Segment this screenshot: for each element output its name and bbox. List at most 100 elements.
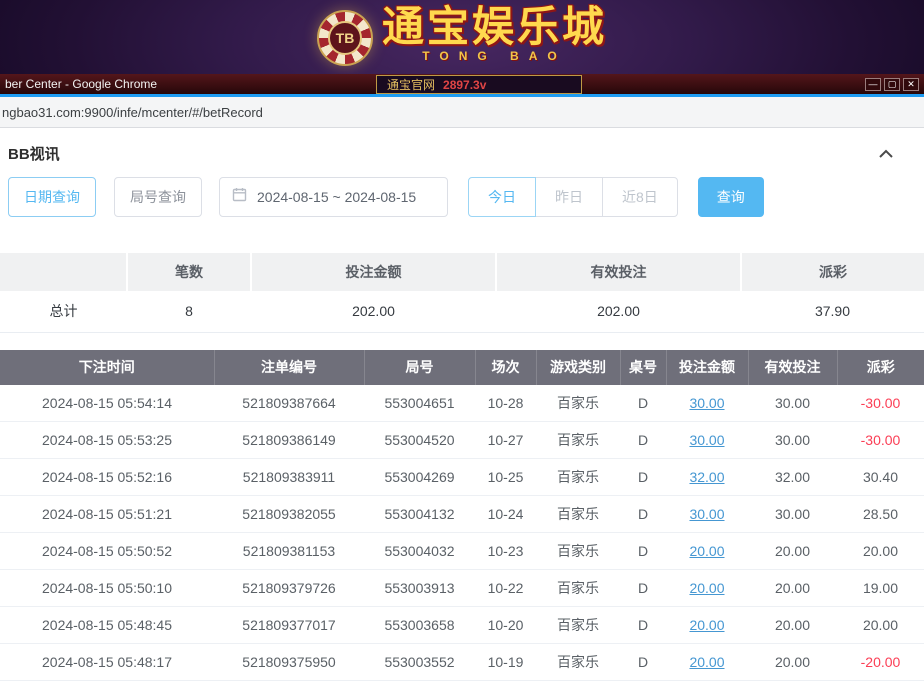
bet-amount-link[interactable]: 30.00	[689, 395, 724, 411]
table-no-cell: D	[620, 644, 666, 681]
table-no-cell: D	[620, 422, 666, 459]
window-controls: — ▢ ✕	[865, 78, 919, 91]
summary-header-cell: 派彩	[741, 253, 924, 291]
bet-amount-header: 投注金额	[666, 350, 748, 385]
game-type-cell: 百家乐	[536, 607, 620, 644]
session-cell: 10-28	[475, 385, 536, 422]
table-row: 2024-08-15 05:52:16521809383911553004269…	[0, 459, 924, 496]
summary-data-row: 总计8202.00202.0037.90	[0, 291, 924, 332]
summary-value: 37.90	[741, 291, 924, 332]
order-no-cell: 521809379726	[214, 570, 364, 607]
bet-record-table: 下注时间注单编号局号场次游戏类别桌号投注金额有效投注派彩 2024-08-15 …	[0, 350, 924, 682]
bet-amount-cell: 30.00	[666, 385, 748, 422]
valid-bet-cell: 20.00	[748, 607, 837, 644]
brand-name-cn: 通宝娱乐城	[382, 5, 607, 49]
bet-amount-link[interactable]: 20.00	[689, 580, 724, 596]
bet-time-cell: 2024-08-15 05:54:14	[0, 385, 214, 422]
summary-header-cell	[0, 253, 127, 291]
bet-amount-link[interactable]: 30.00	[689, 506, 724, 522]
order-no-cell: 521809387664	[214, 385, 364, 422]
yesterday-button[interactable]: 昨日	[535, 177, 603, 217]
session-cell: 10-22	[475, 570, 536, 607]
brand-block: 通宝娱乐城 TONG BAO	[382, 5, 607, 63]
tb-chip-icon: TB	[317, 10, 373, 66]
round-query-button[interactable]: 局号查询	[114, 177, 202, 217]
order-no-cell: 521809382055	[214, 496, 364, 533]
last8days-button[interactable]: 近8日	[602, 177, 678, 217]
bet-amount-link[interactable]: 30.00	[689, 432, 724, 448]
bet-record-page: BB视讯 日期查询 局号查询 2024-08-15 ~ 2024-08-15 今…	[0, 128, 924, 681]
round-no-cell: 553003658	[364, 607, 475, 644]
game-type-cell: 百家乐	[536, 459, 620, 496]
summary-value: 202.00	[496, 291, 741, 332]
brand-name-en: TONG BAO	[382, 49, 607, 63]
session-cell: 10-27	[475, 422, 536, 459]
close-button[interactable]: ✕	[903, 78, 919, 91]
table-row: 2024-08-15 05:48:17521809375950553003552…	[0, 644, 924, 681]
date-range-picker[interactable]: 2024-08-15 ~ 2024-08-15	[219, 177, 448, 217]
game-type-cell: 百家乐	[536, 644, 620, 681]
page-title: BB视讯	[8, 143, 60, 164]
date-range-value: 2024-08-15 ~ 2024-08-15	[257, 189, 416, 205]
search-button[interactable]: 查询	[698, 177, 764, 217]
table-no-cell: D	[620, 570, 666, 607]
bet-amount-link[interactable]: 20.00	[689, 617, 724, 633]
session-cell: 10-19	[475, 644, 536, 681]
round-no-cell: 553004651	[364, 385, 475, 422]
session-cell: 10-25	[475, 459, 536, 496]
collapse-chevron-icon[interactable]	[878, 149, 894, 159]
session-cell: 10-23	[475, 533, 536, 570]
payout-cell: -20.00	[837, 644, 924, 681]
round-no-cell: 553003552	[364, 644, 475, 681]
session-header: 场次	[475, 350, 536, 385]
maximize-button[interactable]: ▢	[884, 78, 900, 91]
table-no-cell: D	[620, 385, 666, 422]
bet-amount-cell: 20.00	[666, 533, 748, 570]
valid-bet-header: 有效投注	[748, 350, 837, 385]
bet-amount-link[interactable]: 20.00	[689, 654, 724, 670]
filter-toolbar: 日期查询 局号查询 2024-08-15 ~ 2024-08-15 今日 昨日 …	[0, 173, 924, 233]
marquee-value: 2897.3v	[443, 78, 486, 92]
game-type-cell: 百家乐	[536, 570, 620, 607]
bet-amount-cell: 20.00	[666, 644, 748, 681]
minimize-button[interactable]: —	[865, 78, 881, 91]
today-button[interactable]: 今日	[468, 177, 536, 217]
bet-time-cell: 2024-08-15 05:51:21	[0, 496, 214, 533]
game-type-header: 游戏类别	[536, 350, 620, 385]
order-no-cell: 521809383911	[214, 459, 364, 496]
valid-bet-cell: 30.00	[748, 385, 837, 422]
bet-amount-link[interactable]: 20.00	[689, 543, 724, 559]
summary-header-cell: 笔数	[127, 253, 251, 291]
bet-table-body: 2024-08-15 05:54:14521809387664553004651…	[0, 385, 924, 681]
payout-cell: 19.00	[837, 570, 924, 607]
bet-amount-cell: 20.00	[666, 607, 748, 644]
bet-amount-link[interactable]: 32.00	[689, 469, 724, 485]
bet-header-row: 下注时间注单编号局号场次游戏类别桌号投注金额有效投注派彩	[0, 350, 924, 385]
summary-table: 笔数投注金额有效投注派彩 总计8202.00202.0037.90	[0, 253, 924, 333]
bet-time-cell: 2024-08-15 05:48:17	[0, 644, 214, 681]
table-row: 2024-08-15 05:53:25521809386149553004520…	[0, 422, 924, 459]
address-bar[interactable]: ngbao31.com:9900/infe/mcenter/#/betRecor…	[0, 97, 924, 128]
bet-time-cell: 2024-08-15 05:52:16	[0, 459, 214, 496]
window-title: ber Center - Google Chrome	[5, 77, 157, 91]
game-type-cell: 百家乐	[536, 496, 620, 533]
marquee-label: 通宝官网	[387, 76, 435, 93]
date-query-button[interactable]: 日期查询	[8, 177, 96, 217]
summary-header-cell: 有效投注	[496, 253, 741, 291]
summary-total-label: 总计	[0, 291, 127, 332]
bet-amount-cell: 32.00	[666, 459, 748, 496]
valid-bet-cell: 32.00	[748, 459, 837, 496]
casino-banner: TB 通宝娱乐城 TONG BAO 通宝官网 2897.3v ber Cente…	[0, 0, 924, 94]
summary-header-cell: 投注金额	[251, 253, 496, 291]
summary-header-row: 笔数投注金额有效投注派彩	[0, 253, 924, 291]
banner-marquee: 通宝官网 2897.3v	[376, 75, 582, 94]
bet-amount-cell: 30.00	[666, 496, 748, 533]
order-no-header: 注单编号	[214, 350, 364, 385]
payout-cell: 20.00	[837, 607, 924, 644]
payout-cell: 30.40	[837, 459, 924, 496]
game-type-cell: 百家乐	[536, 533, 620, 570]
table-row: 2024-08-15 05:50:52521809381153553004032…	[0, 533, 924, 570]
calendar-icon	[232, 187, 247, 207]
quick-range-group: 今日 昨日 近8日	[468, 177, 678, 217]
table-no-header: 桌号	[620, 350, 666, 385]
